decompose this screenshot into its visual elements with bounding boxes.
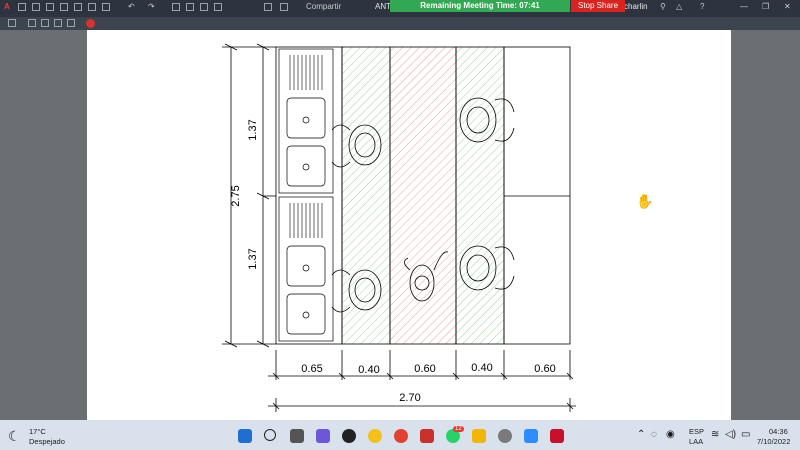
- dim-width-5: 0.60: [534, 363, 555, 375]
- counter-outline: [275, 46, 343, 345]
- tray-app-icon[interactable]: ◌: [651, 429, 657, 440]
- sink-basin: [286, 97, 326, 139]
- dim-width-1: 0.65: [301, 363, 322, 375]
- file-explorer-icon[interactable]: [472, 429, 486, 443]
- dim-total-height: 2.75: [230, 185, 242, 206]
- dim-total-width: 2.70: [399, 392, 420, 404]
- weather-moon-icon[interactable]: ☾: [8, 428, 21, 445]
- volume-icon[interactable]: ◁): [725, 429, 736, 440]
- dim-upper-height: 1.37: [247, 119, 259, 140]
- right-zone: [503, 46, 571, 345]
- app-icon[interactable]: [420, 429, 434, 443]
- dim-lower-height: 1.37: [247, 248, 259, 269]
- whatsapp-badge: 12: [453, 426, 464, 432]
- task-view-icon[interactable]: [290, 429, 304, 443]
- clock-time[interactable]: 04:36: [769, 427, 788, 436]
- teams-chat-icon[interactable]: [316, 429, 330, 443]
- zoom-app-icon[interactable]: [524, 429, 538, 443]
- weather-temp[interactable]: 17°C: [29, 427, 46, 436]
- maps-icon[interactable]: [368, 429, 382, 443]
- threads-icon[interactable]: [342, 429, 356, 443]
- search-icon[interactable]: [264, 429, 276, 441]
- battery-icon[interactable]: ▭: [741, 429, 750, 440]
- sink-basin: [286, 145, 326, 187]
- plan-drawing: 2.75 1.37 1.37 0.65 0.40 0.60 0.40 0.60 …: [222, 43, 654, 412]
- autocad-taskbar-icon[interactable]: [550, 429, 564, 443]
- start-button-icon[interactable]: [238, 429, 252, 443]
- hand-cursor-icon: ✋: [636, 193, 653, 209]
- chevron-up-icon[interactable]: ⌃: [637, 429, 645, 440]
- dim-width-3: 0.60: [414, 363, 435, 375]
- windows-taskbar: ☾ 17°C Despejado 12 ⌃ ◌ ◉ ESP LAA ≋ ◁) ▭…: [0, 420, 800, 450]
- hatch-zone-green-2: [455, 46, 505, 345]
- language-code[interactable]: ESP: [689, 427, 704, 436]
- dim-width-2: 0.40: [358, 364, 379, 376]
- sink-basin: [286, 245, 326, 287]
- chrome-icon[interactable]: [394, 429, 408, 443]
- keyboard-layout[interactable]: LAA: [689, 437, 703, 446]
- tray-app-icon-2[interactable]: ◉: [666, 429, 675, 440]
- hatch-zone-red: [389, 46, 457, 345]
- wifi-icon[interactable]: ≋: [711, 429, 719, 440]
- clock-date[interactable]: 7/10/2022: [757, 437, 790, 446]
- app-icon-2[interactable]: [498, 429, 512, 443]
- dim-width-4: 0.40: [471, 362, 492, 374]
- sink-basin: [286, 293, 326, 335]
- hatch-zone-green-1: [341, 46, 391, 345]
- weather-desc[interactable]: Despejado: [29, 437, 65, 446]
